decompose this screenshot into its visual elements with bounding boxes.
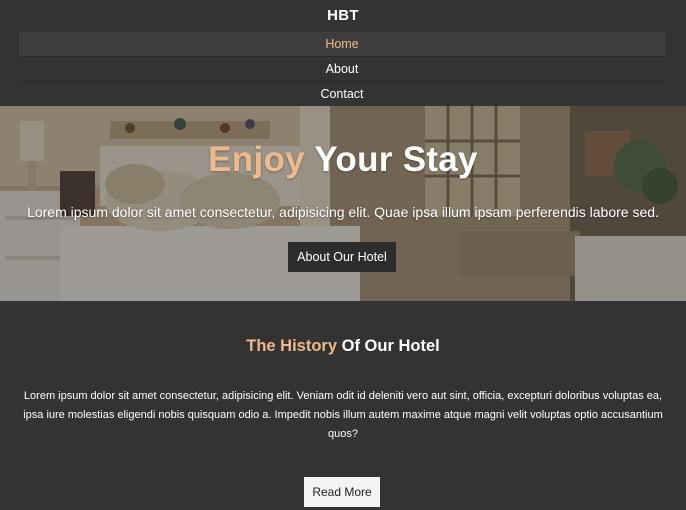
history-title: The History Of Our Hotel xyxy=(0,337,686,356)
site-header: HBT Home About Contact xyxy=(0,0,686,106)
nav-item-home[interactable]: Home xyxy=(19,32,665,57)
history-description: Lorem ipsum dolor sit amet consectetur, … xyxy=(23,390,663,440)
about-hotel-button[interactable]: About Our Hotel xyxy=(288,242,396,272)
nav-item-about[interactable]: About xyxy=(19,57,665,82)
history-title-rest: Of Our Hotel xyxy=(337,337,440,355)
history-title-accent: The History xyxy=(246,337,338,355)
hero-title-accent: Enjoy xyxy=(208,140,305,179)
hero-section: Enjoy Your Stay Lorem ipsum dolor sit am… xyxy=(0,106,686,301)
hero-title-rest: Your Stay xyxy=(304,140,478,179)
nav-item-contact[interactable]: Contact xyxy=(19,82,665,107)
hero-description: Lorem ipsum dolor sit amet consectetur, … xyxy=(27,204,659,220)
hero-title: Enjoy Your Stay xyxy=(0,140,686,180)
read-more-button[interactable]: Read More xyxy=(304,477,380,507)
brand-logo[interactable]: HBT xyxy=(0,7,686,24)
